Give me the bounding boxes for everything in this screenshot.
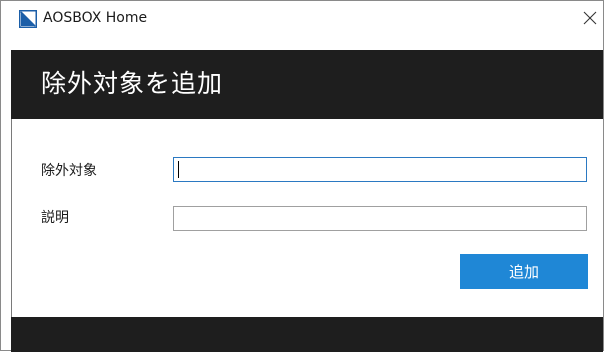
- left-border-divider: [11, 119, 12, 317]
- description-input[interactable]: [173, 206, 587, 231]
- exclusion-target-label: 除外対象: [41, 163, 97, 179]
- exclusion-target-input[interactable]: [173, 157, 587, 182]
- aosbox-logo-icon: [19, 10, 37, 28]
- close-icon: [583, 11, 597, 25]
- close-button[interactable]: [577, 1, 603, 35]
- dialog-window: AOSBOX Home 除外対象を追加 除外対象 説明 追加: [0, 0, 604, 352]
- app-title: AOSBOX Home: [43, 10, 148, 26]
- description-label: 説明: [41, 210, 69, 226]
- add-button[interactable]: 追加: [460, 254, 588, 289]
- title-bar: AOSBOX Home: [1, 1, 603, 35]
- dialog-title: 除外対象を追加: [41, 69, 224, 98]
- dialog-header: 除外対象を追加: [11, 50, 603, 119]
- text-caret: [178, 161, 179, 178]
- dialog-footer: [11, 317, 603, 352]
